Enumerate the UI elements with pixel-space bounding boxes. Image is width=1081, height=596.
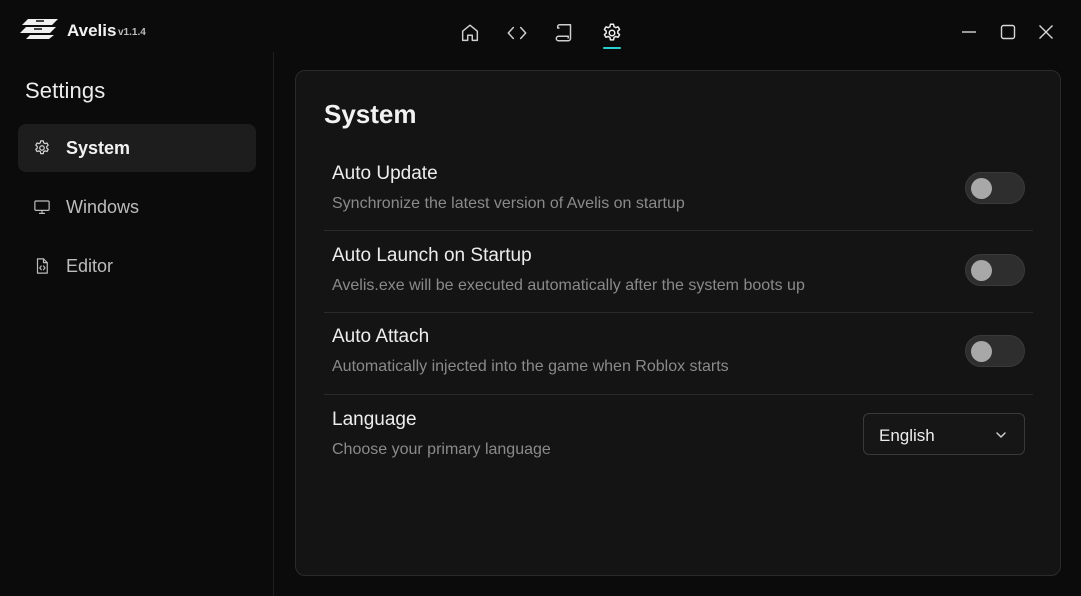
- nav-home-button[interactable]: [455, 18, 485, 48]
- nav-settings-button[interactable]: [597, 18, 627, 48]
- settings-panel: System Auto Update Synchronize the lates…: [295, 70, 1061, 576]
- file-code-icon: [32, 256, 52, 276]
- auto-launch-toggle[interactable]: [965, 254, 1025, 286]
- app-version: v1.1.4: [118, 27, 146, 38]
- sidebar-item-label: Editor: [66, 255, 114, 276]
- maximize-button[interactable]: [994, 18, 1022, 46]
- language-select[interactable]: English: [863, 413, 1025, 455]
- title-bar: Avelis v1.1.4: [0, 0, 1081, 52]
- sidebar-item-windows[interactable]: Windows: [18, 183, 256, 231]
- active-tab-indicator: [603, 47, 621, 49]
- minimize-button[interactable]: [955, 18, 983, 46]
- panel-title: System: [324, 99, 417, 129]
- sidebar-item-label: System: [66, 137, 131, 158]
- auto-attach-toggle[interactable]: [965, 335, 1025, 367]
- toggle-knob: [971, 341, 992, 362]
- sidebar-item-system[interactable]: System: [18, 124, 256, 172]
- close-button[interactable]: [1032, 18, 1060, 46]
- sidebar-title: Settings: [25, 78, 106, 103]
- maximize-icon: [1000, 24, 1016, 40]
- chevron-down-icon: [996, 432, 1006, 438]
- nav-scripts-button[interactable]: [550, 18, 580, 48]
- close-icon: [1039, 25, 1053, 39]
- setting-title: Auto Update: [332, 163, 438, 184]
- sidebar-item-editor[interactable]: Editor: [18, 242, 256, 290]
- sidebar: Settings System Windows Editor: [0, 52, 274, 596]
- setting-description: Choose your primary language: [332, 441, 551, 458]
- gear-icon: [32, 138, 52, 158]
- minimize-icon: [962, 31, 976, 33]
- auto-update-toggle[interactable]: [965, 172, 1025, 204]
- app-name: Avelis: [67, 21, 117, 40]
- setting-auto-launch: Auto Launch on Startup Avelis.exe will b…: [324, 245, 1033, 313]
- setting-auto-attach: Auto Attach Automatically injected into …: [324, 326, 1033, 395]
- gear-icon: [603, 23, 621, 41]
- toggle-knob: [971, 178, 992, 199]
- avelis-logo-icon: [20, 19, 58, 39]
- nav-editor-button[interactable]: [502, 18, 532, 48]
- setting-description: Avelis.exe will be executed automaticall…: [332, 277, 805, 294]
- code-icon: [507, 26, 527, 40]
- setting-language: Language Choose your primary language En…: [324, 409, 1033, 477]
- setting-description: Automatically injected into the game whe…: [332, 358, 729, 375]
- setting-title: Auto Attach: [332, 326, 430, 347]
- scroll-icon: [555, 24, 572, 42]
- setting-auto-update: Auto Update Synchronize the latest versi…: [324, 163, 1033, 231]
- sidebar-item-label: Windows: [66, 196, 140, 217]
- setting-description: Synchronize the latest version of Avelis…: [332, 195, 685, 212]
- home-icon: [461, 24, 479, 42]
- toggle-knob: [971, 260, 992, 281]
- setting-title: Auto Launch on Startup: [332, 245, 532, 266]
- monitor-icon: [32, 197, 52, 217]
- setting-title: Language: [332, 409, 417, 430]
- language-selected-value: English: [879, 426, 935, 445]
